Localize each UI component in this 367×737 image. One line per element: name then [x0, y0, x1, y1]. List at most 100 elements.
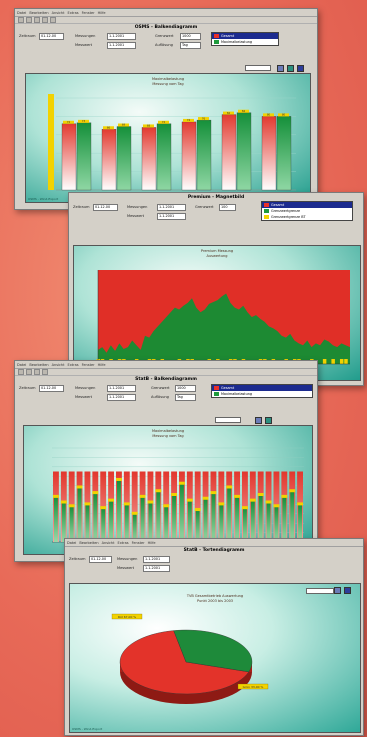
toolbar-button[interactable] — [26, 369, 32, 375]
menu-item[interactable]: Fenster — [82, 11, 95, 15]
menu-item[interactable]: Datei — [17, 363, 26, 367]
export-icon[interactable] — [297, 65, 304, 72]
legend-item[interactable]: Grenzwertgrenze BT — [262, 214, 352, 220]
dropdown[interactable] — [215, 417, 241, 423]
legend-item[interactable]: Maximalbelastung — [212, 391, 312, 397]
menu-item[interactable]: Datei — [17, 11, 26, 15]
menu-item[interactable]: Hilfe — [98, 11, 106, 15]
menu-item[interactable]: Fenster — [132, 541, 145, 545]
bar — [101, 129, 117, 191]
bar — [181, 121, 197, 191]
toolbar-button[interactable] — [18, 17, 24, 23]
toolbar-button[interactable] — [26, 17, 32, 23]
window-pie-chart: Datei Bearbeiten Ansicht Extras Fenster … — [64, 538, 364, 736]
toolbar-button[interactable] — [34, 369, 40, 375]
toolbar-button[interactable] — [50, 17, 56, 23]
data-label: 80 — [282, 113, 286, 117]
field-label: Auflösung — [151, 395, 169, 399]
bar — [298, 504, 302, 542]
dropdown[interactable] — [245, 65, 271, 71]
window-title: OSMS - Balkendiagramm — [134, 25, 198, 30]
menu-item[interactable]: Fenster — [82, 363, 95, 367]
date-field[interactable]: 01.12.00 — [39, 33, 64, 40]
input-field[interactable]: 100 — [219, 204, 236, 211]
data-label-bg — [116, 477, 122, 481]
input-field[interactable]: Tag — [175, 394, 196, 401]
bar — [76, 122, 92, 191]
input-field[interactable]: 1.1.2001 — [157, 204, 186, 211]
bar — [282, 496, 287, 542]
date-field[interactable]: 01.12.00 — [89, 556, 112, 563]
bar-chart-2 — [52, 447, 304, 543]
input-field[interactable]: 1.1.2001 — [107, 385, 136, 392]
filter-form: Zeitraum 01.12.00 Messungen 1.1.2001 Mes… — [65, 555, 363, 577]
bar — [141, 127, 157, 191]
input-field[interactable]: 1.1.2001 — [143, 556, 170, 563]
input-field[interactable]: 1.1.2001 — [107, 42, 136, 49]
menu-bar: Datei Bearbeiten Ansicht Extras Fenster … — [15, 9, 317, 17]
field-label: Messungen — [75, 34, 96, 38]
data-label-bg — [210, 491, 217, 495]
toolbar-button[interactable] — [42, 17, 48, 23]
bar — [236, 112, 252, 191]
bar — [156, 123, 172, 191]
input-field[interactable]: Tag — [180, 42, 201, 49]
field-label: Zeitraum — [73, 205, 90, 209]
input-field[interactable]: 1000 — [175, 385, 196, 392]
print-icon[interactable] — [255, 417, 262, 424]
bar — [54, 496, 58, 542]
menu-item[interactable]: Ansicht — [52, 363, 65, 367]
menu-item[interactable]: Extras — [68, 11, 79, 15]
pie-label: Rot 67,00 % — [118, 615, 136, 619]
menu-item[interactable]: Bearbeiten — [29, 11, 48, 15]
window-bar-chart-1: Datei Bearbeiten Ansicht Extras Fenster … — [14, 8, 318, 210]
legend-item[interactable]: Maximalbelastung — [212, 39, 278, 45]
bar — [61, 123, 77, 191]
data-label: 74 — [187, 118, 191, 122]
legend-label: Grenzwertgrenze BT — [271, 215, 306, 219]
toolbar-button[interactable] — [18, 369, 24, 375]
data-label-bg — [163, 504, 170, 508]
bar — [101, 508, 106, 542]
legend-label: Gesamt — [221, 34, 235, 38]
status-text: OSMS - Wind-Export — [28, 197, 59, 201]
menu-item[interactable]: Bearbeiten — [79, 541, 98, 545]
toolbar-button[interactable] — [34, 17, 40, 23]
menu-item[interactable]: Hilfe — [98, 363, 106, 367]
window-bar-chart-2: Datei Bearbeiten Ansicht Extras Fenster … — [14, 360, 318, 562]
window-title: StatB - Tortendiagramm — [183, 548, 245, 553]
menu-item[interactable]: Hilfe — [148, 541, 156, 545]
toolbar-button[interactable] — [42, 369, 48, 375]
field-label: Auflösung — [155, 43, 173, 47]
menu-item[interactable]: Ansicht — [102, 541, 115, 545]
menu-item[interactable]: Bearbeiten — [29, 363, 48, 367]
field-label: Messwert — [75, 43, 93, 47]
bar — [261, 116, 277, 191]
field-label: Messungen — [117, 557, 138, 561]
menu-item[interactable]: Extras — [118, 541, 129, 545]
input-field[interactable]: 1.1.2001 — [143, 565, 170, 572]
window-title: StatB - Balkendiagramm — [135, 377, 197, 382]
data-label: 76 — [202, 116, 206, 120]
input-field[interactable]: 1.1.2001 — [157, 213, 186, 220]
date-field[interactable]: 01.12.00 — [93, 204, 118, 211]
chart-icon[interactable] — [265, 417, 272, 424]
bar — [109, 500, 113, 542]
menu-item[interactable]: Ansicht — [52, 11, 65, 15]
input-field[interactable]: 1000 — [180, 33, 201, 40]
data-label-bg — [131, 511, 138, 515]
input-field[interactable]: 1.1.2001 — [107, 394, 136, 401]
input-field[interactable]: 1.1.2001 — [107, 33, 136, 40]
status-text: OSMS - Wind-Export — [72, 727, 103, 731]
data-label-bg — [257, 493, 264, 496]
menu-item[interactable]: Datei — [67, 541, 76, 545]
date-field[interactable]: 01.12.00 — [39, 385, 64, 392]
menu-item[interactable]: Extras — [68, 363, 79, 367]
data-label-bg — [249, 498, 256, 502]
bar-chart-1: 727316669268723747648284580806 — [48, 94, 296, 196]
bar — [69, 506, 74, 542]
print-icon[interactable] — [277, 65, 284, 72]
chart-icon[interactable] — [287, 65, 294, 72]
data-label-bg — [218, 502, 225, 506]
field-label: Zeitraum — [19, 34, 36, 38]
